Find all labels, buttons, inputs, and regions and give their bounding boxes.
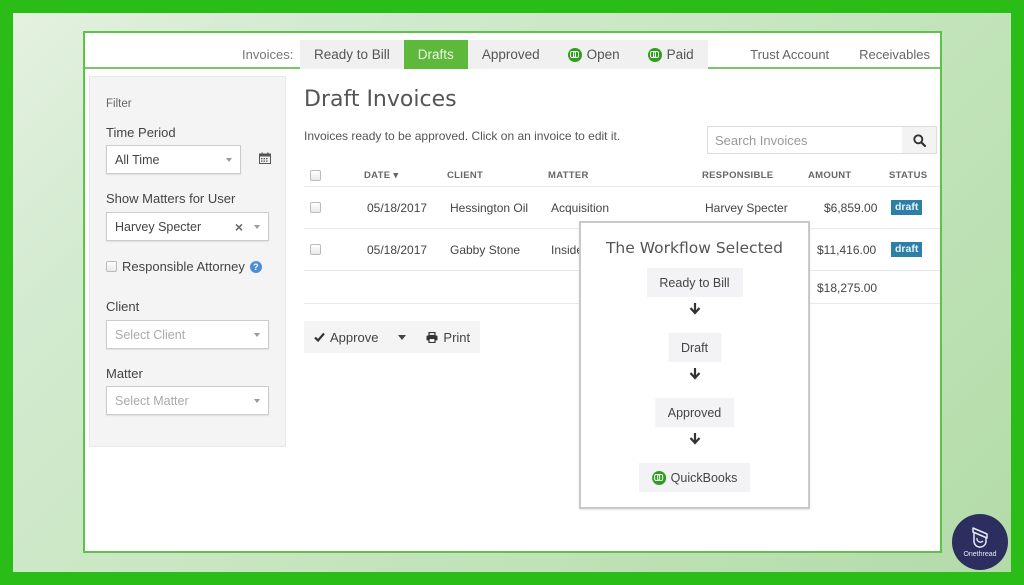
- printer-icon: [426, 331, 438, 343]
- column-date[interactable]: DATE ▾: [364, 170, 398, 181]
- filter-sidebar: Filter Time Period All Time Show Matters…: [89, 76, 286, 447]
- show-matters-label: Show Matters for User: [106, 191, 236, 206]
- chevron-down-icon: [254, 333, 260, 337]
- matter-placeholder: Select Matter: [115, 393, 189, 408]
- responsible-attorney-checkbox[interactable]: [106, 261, 117, 272]
- client-placeholder: Select Client: [115, 327, 186, 342]
- workflow-panel: The Workflow Selected Ready to Bill Draf…: [579, 221, 810, 509]
- chevron-down-icon: [254, 225, 260, 229]
- onethread-logo: Onethread: [952, 514, 1008, 570]
- invoice-date: 05/18/2017: [367, 243, 428, 257]
- row-checkbox[interactable]: [310, 244, 321, 255]
- workflow-step-label: QuickBooks: [670, 470, 738, 485]
- invoice-client: Hessington Oil: [450, 201, 529, 215]
- clear-icon[interactable]: ×: [235, 219, 243, 235]
- invoice-total: $18,275.00: [817, 281, 878, 295]
- print-label: Print: [443, 329, 471, 345]
- responsible-attorney-label: Responsible Attorney: [122, 259, 245, 274]
- workflow-step-quickbooks: QuickBooks: [638, 463, 751, 492]
- table-header: DATE ▾ CLIENT MATTER RESPONSIBLE AMOUNT …: [304, 163, 940, 187]
- filter-title: Filter: [106, 98, 132, 110]
- status-badge: draft: [891, 242, 923, 257]
- responsible-attorney-row: Responsible Attorney ?: [106, 259, 262, 274]
- app-window: Invoices: Ready to Bill Drafts Approved …: [83, 31, 942, 553]
- search-input[interactable]: [708, 127, 902, 153]
- column-status[interactable]: STATUS: [889, 170, 927, 181]
- select-all-checkbox[interactable]: [310, 170, 321, 181]
- workflow-step-label: Ready to Bill: [659, 275, 730, 290]
- tab-label: Paid: [666, 47, 694, 62]
- invoice-client: Gabby Stone: [450, 243, 521, 257]
- chevron-down-icon: [398, 334, 407, 340]
- column-matter[interactable]: MATTER: [548, 170, 589, 181]
- tab-label: Ready to Bill: [314, 47, 390, 62]
- chevron-down-icon: [226, 158, 232, 162]
- tab-paid[interactable]: Paid: [634, 40, 708, 69]
- onethread-logo-text: Onethread: [963, 551, 997, 558]
- onethread-logo-icon: [972, 527, 988, 548]
- print-button[interactable]: Print: [416, 321, 480, 353]
- invoice-date: 05/18/2017: [367, 201, 428, 215]
- calendar-icon[interactable]: [259, 152, 271, 164]
- row-checkbox[interactable]: [310, 202, 321, 213]
- approve-label: Approve: [330, 329, 379, 345]
- matter-label: Matter: [106, 366, 143, 381]
- tab-approved[interactable]: Approved: [468, 40, 554, 69]
- user-select[interactable]: Harvey Specter ×: [106, 212, 269, 241]
- tab-label: Drafts: [417, 47, 454, 62]
- tab-ready-to-bill[interactable]: Ready to Bill: [300, 40, 404, 69]
- workflow-step-label: Approved: [667, 405, 722, 420]
- tab-drafts[interactable]: Drafts: [403, 40, 468, 69]
- column-amount[interactable]: AMOUNT: [808, 170, 852, 181]
- arrow-down-icon: [689, 368, 700, 380]
- receivables-link[interactable]: Receivables: [859, 47, 930, 62]
- tab-open[interactable]: Open: [554, 40, 634, 69]
- time-period-label: Time Period: [106, 125, 176, 140]
- approve-dropdown-button[interactable]: [388, 321, 416, 353]
- invoices-nav-label: Invoices:: [242, 47, 294, 62]
- chevron-down-icon: [254, 399, 260, 403]
- client-select[interactable]: Select Client: [106, 320, 269, 349]
- sort-desc-icon: ▾: [393, 170, 399, 181]
- column-date-label: DATE: [364, 170, 391, 181]
- invoice-tabs: Ready to Bill Drafts Approved Open Paid: [300, 40, 708, 69]
- workflow-step-approved: Approved: [654, 398, 735, 427]
- time-period-value: All Time: [115, 152, 160, 167]
- trust-account-link[interactable]: Trust Account: [750, 47, 829, 62]
- top-navigation: Invoices: Ready to Bill Drafts Approved …: [85, 33, 940, 69]
- action-bar: Approve Print: [304, 321, 481, 353]
- time-period-select[interactable]: All Time: [106, 145, 241, 174]
- workflow-step-label: Draft: [680, 340, 709, 355]
- workflow-step-ready-to-bill: Ready to Bill: [646, 268, 743, 297]
- page-title: Draft Invoices: [304, 87, 457, 112]
- invoice-responsible: Harvey Specter: [705, 201, 788, 215]
- tab-label: Open: [586, 47, 620, 62]
- workflow-step-draft: Draft: [667, 333, 722, 362]
- client-label: Client: [106, 299, 140, 314]
- invoice-amount: $6,859.00: [824, 201, 878, 215]
- search-icon: [912, 133, 926, 147]
- invoice-amount: $11,416.00: [817, 243, 877, 257]
- column-client[interactable]: CLIENT: [447, 170, 483, 181]
- check-icon: [314, 332, 325, 342]
- arrow-down-icon: [689, 433, 700, 445]
- tab-label: Approved: [481, 47, 540, 62]
- quickbooks-icon: [647, 47, 662, 62]
- nav-right-links: Trust Account Receivables: [750, 47, 930, 62]
- invoice-matter: Acquisition: [551, 201, 610, 215]
- user-select-value: Harvey Specter: [115, 219, 202, 234]
- workflow-title: The Workflow Selected: [605, 239, 784, 257]
- search-box: [707, 126, 937, 154]
- quickbooks-icon: [651, 470, 666, 485]
- help-icon[interactable]: ?: [249, 260, 262, 273]
- page-subtitle: Invoices ready to be approved. Click on …: [304, 129, 621, 143]
- status-badge: draft: [891, 200, 923, 215]
- matter-select[interactable]: Select Matter: [106, 386, 269, 415]
- quickbooks-icon: [567, 47, 582, 62]
- column-responsible[interactable]: RESPONSIBLE: [702, 170, 773, 181]
- search-button[interactable]: [902, 127, 936, 153]
- approve-button[interactable]: Approve: [304, 321, 388, 353]
- arrow-down-icon: [689, 303, 700, 315]
